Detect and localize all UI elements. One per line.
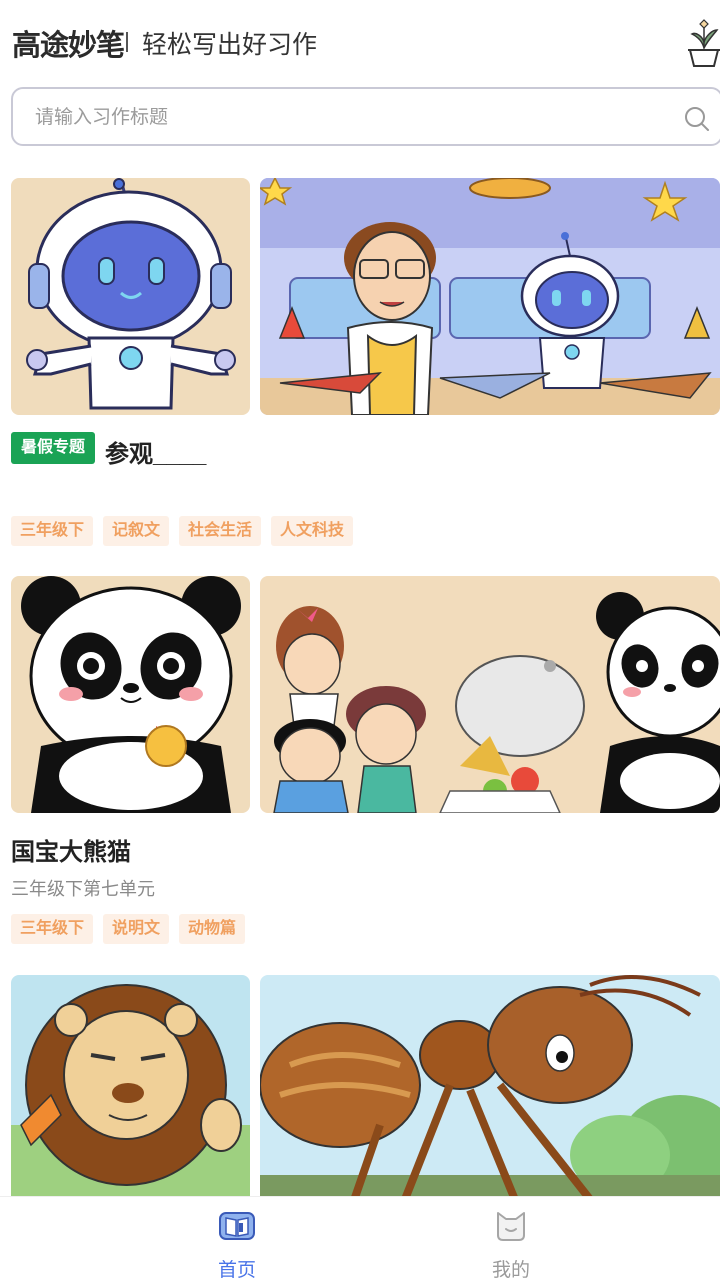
robot-thumbnail[interactable] bbox=[11, 178, 250, 415]
tag-theme: 社会生活 bbox=[179, 516, 262, 546]
tag-list: 三年级下 说明文 动物篇 bbox=[11, 914, 246, 944]
card-subtitle: 三年级下第七单元 bbox=[11, 879, 155, 899]
search-icon[interactable] bbox=[683, 105, 711, 133]
search-input[interactable] bbox=[35, 103, 655, 133]
card-title: 参观____ bbox=[105, 441, 207, 468]
tag-category: 人文科技 bbox=[271, 516, 354, 546]
app-slogan: 轻松写出好习作 bbox=[142, 31, 318, 59]
summer-topic-badge: 暑假专题 bbox=[11, 432, 96, 464]
card-title: 国宝大熊猫 bbox=[11, 839, 131, 866]
book-icon bbox=[219, 1212, 255, 1240]
museum-scene-thumbnail[interactable] bbox=[260, 178, 720, 415]
tab-mine-label: 我的 bbox=[491, 1260, 530, 1280]
cat-face-icon bbox=[497, 1212, 525, 1241]
plant-pot-icon[interactable] bbox=[684, 18, 720, 70]
bottom-tab-bar: 首页 我的 bbox=[0, 1196, 720, 1280]
tag-theme: 动物篇 bbox=[179, 914, 246, 944]
tab-home[interactable]: 首页 bbox=[177, 1209, 297, 1280]
essay-card[interactable]: 暑假专题 参观____ 三年级下 记叙文 社会生活 人文科技 bbox=[0, 178, 720, 558]
tab-home-label: 首页 bbox=[217, 1260, 256, 1280]
panda-thumbnail[interactable] bbox=[11, 576, 250, 813]
tab-mine[interactable]: 我的 bbox=[451, 1209, 571, 1280]
essay-card[interactable]: 国宝大熊猫 三年级下第七单元 三年级下 说明文 动物篇 bbox=[0, 576, 720, 956]
tag-grade: 三年级下 bbox=[11, 914, 94, 944]
panda-children-thumbnail[interactable] bbox=[260, 576, 720, 813]
tag-genre: 记叙文 bbox=[103, 516, 170, 546]
tag-genre: 说明文 bbox=[103, 914, 170, 944]
tag-list: 三年级下 记叙文 社会生活 人文科技 bbox=[11, 516, 354, 546]
search-bar[interactable] bbox=[11, 87, 720, 146]
lion-thumbnail[interactable] bbox=[11, 975, 250, 1196]
ant-thumbnail[interactable] bbox=[260, 975, 720, 1196]
essay-card[interactable] bbox=[0, 975, 720, 1196]
app-logo-text: 高途妙笔 bbox=[12, 30, 125, 62]
app-header: 高途妙笔 轻松写出好习作 bbox=[0, 0, 720, 84]
header-divider bbox=[126, 32, 128, 52]
tag-grade: 三年级下 bbox=[11, 516, 94, 546]
